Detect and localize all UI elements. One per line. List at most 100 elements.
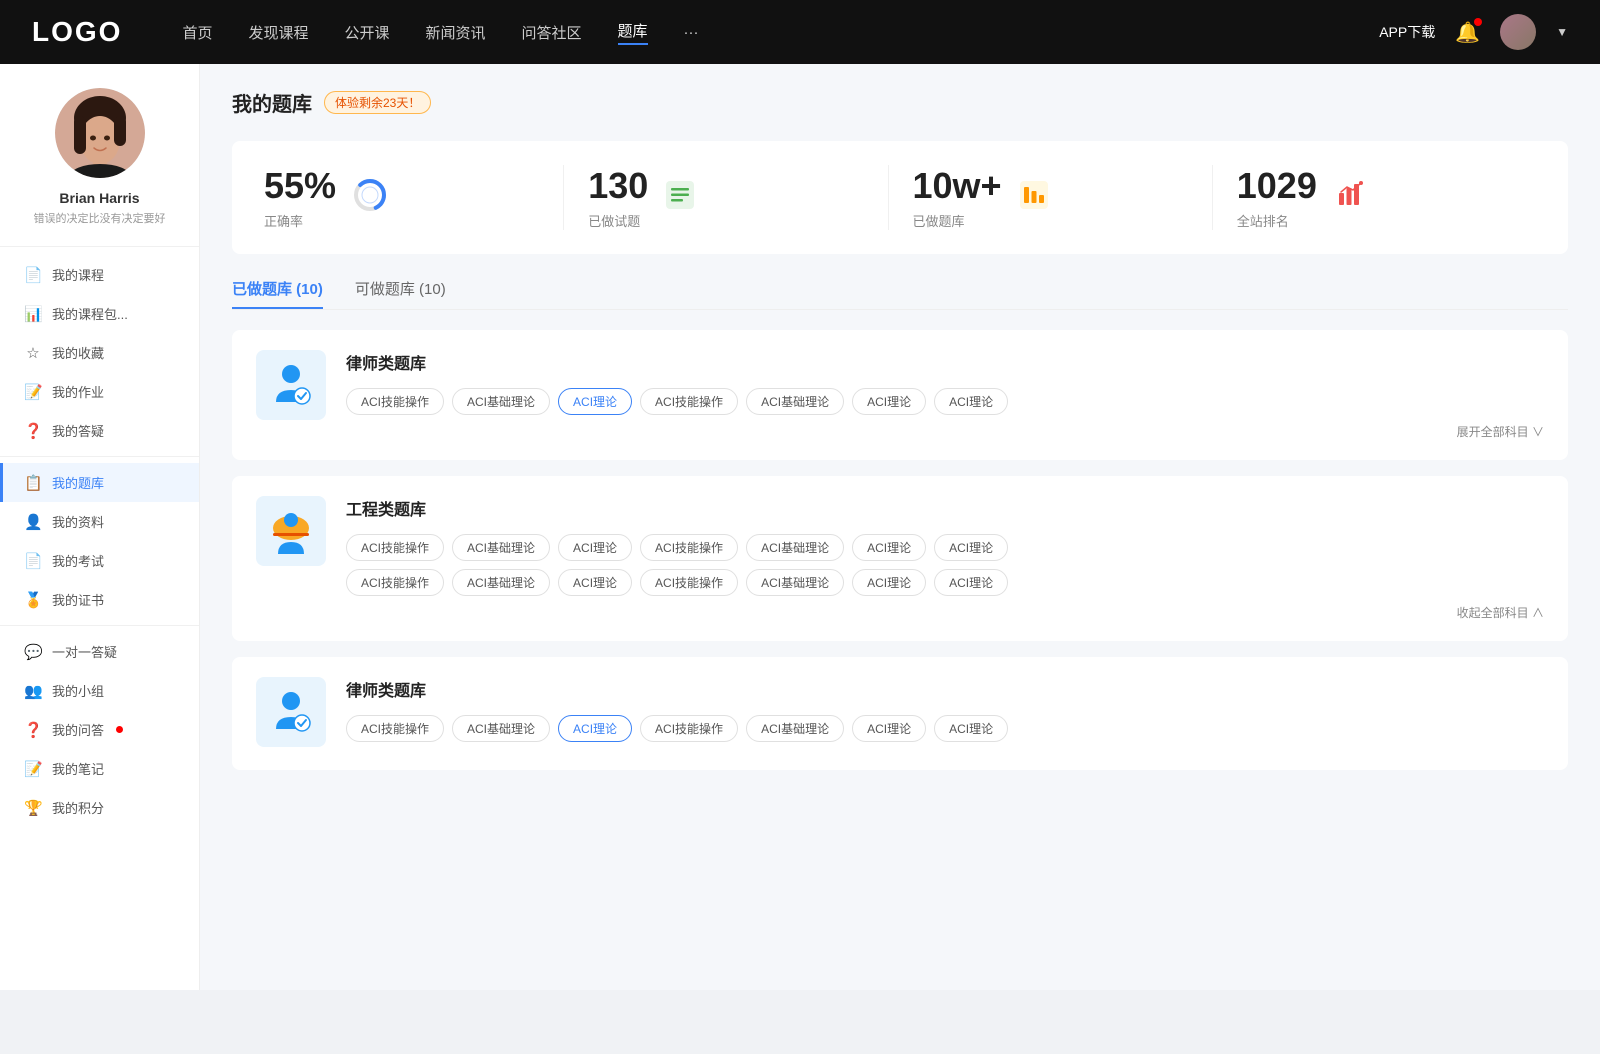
tab-done-banks[interactable]: 已做题库 (10) (232, 278, 323, 309)
sidebar-item-label: 我的收藏 (52, 343, 104, 362)
tag-item[interactable]: ACI理论 (934, 388, 1008, 415)
stats-row: 55% 正确率 130 已做试题 (232, 141, 1568, 254)
sidebar-item-exam[interactable]: 📄 我的考试 (0, 541, 199, 580)
tutor-icon: 💬 (24, 643, 42, 661)
tag-item[interactable]: ACI基础理论 (746, 534, 844, 561)
sidebar-item-coursepack[interactable]: 📊 我的课程包... (0, 294, 199, 333)
done-banks-icon (1018, 179, 1050, 216)
stat-done-banks-content: 10w+ 已做题库 (913, 165, 1002, 230)
tag-item[interactable]: ACI基础理论 (452, 388, 550, 415)
nav-news[interactable]: 新闻资讯 (426, 22, 486, 43)
page-header: 我的题库 体验剩余23天！ (232, 88, 1568, 117)
sidebar-item-profile[interactable]: 👤 我的资料 (0, 502, 199, 541)
sidebar-item-certificate[interactable]: 🏅 我的证书 (0, 580, 199, 619)
tabs-row: 已做题库 (10) 可做题库 (10) (232, 278, 1568, 310)
tag-item[interactable]: ACI理论 (852, 534, 926, 561)
tag-item[interactable]: ACI理论 (934, 534, 1008, 561)
category-card-engineer: 工程类题库 ACI技能操作 ACI基础理论 ACI理论 ACI技能操作 ACI基… (232, 476, 1568, 641)
tag-item[interactable]: ACI基础理论 (452, 715, 550, 742)
tag-item[interactable]: ACI技能操作 (346, 715, 444, 742)
sidebar-item-group[interactable]: 👥 我的小组 (0, 671, 199, 710)
tag-item[interactable]: ACI技能操作 (640, 715, 738, 742)
tag-item[interactable]: ACI技能操作 (640, 569, 738, 596)
stat-site-rank-label: 全站排名 (1237, 211, 1317, 230)
sidebar-item-answers[interactable]: ❓ 我的答疑 (0, 411, 199, 450)
expand-link-engineer[interactable]: 收起全部科目 ∧ (346, 604, 1544, 621)
tag-item[interactable]: ACI基础理论 (746, 569, 844, 596)
sidebar-item-label: 我的作业 (52, 382, 104, 401)
nav-discover[interactable]: 发现课程 (248, 22, 308, 43)
expand-link-lawyer-1[interactable]: 展开全部科目 ∨ (346, 423, 1544, 440)
tag-item[interactable]: ACI理论 (558, 569, 632, 596)
sidebar-item-label: 我的积分 (52, 798, 104, 817)
tag-item-active[interactable]: ACI理论 (558, 388, 632, 415)
category-right-lawyer-2: 律师类题库 ACI技能操作 ACI基础理论 ACI理论 ACI技能操作 ACI基… (346, 677, 1544, 750)
sidebar-item-points[interactable]: 🏆 我的积分 (0, 788, 199, 827)
sidebar-item-label: 我的资料 (52, 512, 104, 531)
stat-accuracy-label: 正确率 (264, 211, 336, 230)
user-avatar[interactable] (1500, 14, 1536, 50)
sidebar-item-label: 我的证书 (52, 590, 104, 609)
avatar-dropdown-icon[interactable]: ▼ (1556, 25, 1568, 39)
tags-row-lawyer-2: ACI技能操作 ACI基础理论 ACI理论 ACI技能操作 ACI基础理论 AC… (346, 715, 1544, 742)
nav-openclass[interactable]: 公开课 (344, 22, 389, 43)
profile-icon: 👤 (24, 513, 42, 531)
avatar-image (1500, 14, 1536, 50)
tag-item[interactable]: ACI理论 (558, 534, 632, 561)
sidebar-item-label: 我的笔记 (52, 759, 104, 778)
tag-item[interactable]: ACI理论 (852, 388, 926, 415)
tag-item[interactable]: ACI理论 (934, 715, 1008, 742)
tags-row-engineer-1: ACI技能操作 ACI基础理论 ACI理论 ACI技能操作 ACI基础理论 AC… (346, 534, 1544, 561)
tag-item[interactable]: ACI基础理论 (746, 388, 844, 415)
tag-item[interactable]: ACI理论 (934, 569, 1008, 596)
courses-icon: 📄 (24, 266, 42, 284)
layout: Brian Harris 错误的决定比没有决定要好 📄 我的课程 📊 我的课程包… (0, 64, 1600, 990)
myqa-icon: ❓ (24, 721, 42, 739)
tag-item[interactable]: ACI技能操作 (640, 534, 738, 561)
coursepack-icon: 📊 (24, 305, 42, 323)
category-right-engineer: 工程类题库 ACI技能操作 ACI基础理论 ACI理论 ACI技能操作 ACI基… (346, 496, 1544, 621)
nav-questionbank[interactable]: 题库 (618, 20, 648, 45)
sidebar-item-questionbank[interactable]: 📋 我的题库 (0, 463, 199, 502)
answers-icon: ❓ (24, 422, 42, 440)
sidebar-item-favorites[interactable]: ☆ 我的收藏 (0, 333, 199, 372)
category-name-lawyer-2: 律师类题库 (346, 677, 1544, 701)
notification-dot (1474, 18, 1482, 26)
notification-bell[interactable]: 🔔 (1455, 20, 1480, 45)
sidebar-item-myqa[interactable]: ❓ 我的问答 (0, 710, 199, 749)
nav-qa[interactable]: 问答社区 (522, 22, 582, 43)
tag-item[interactable]: ACI基础理论 (452, 534, 550, 561)
app-download-btn[interactable]: APP下载 (1379, 22, 1435, 42)
tab-available-banks[interactable]: 可做题库 (10) (355, 278, 446, 309)
certificate-icon: 🏅 (24, 591, 42, 609)
sidebar-item-tutor[interactable]: 💬 一对一答疑 (0, 632, 199, 671)
tag-item[interactable]: ACI技能操作 (346, 534, 444, 561)
tag-item[interactable]: ACI技能操作 (346, 569, 444, 596)
profile-name: Brian Harris (59, 190, 139, 206)
sidebar-item-notes[interactable]: 📝 我的笔记 (0, 749, 199, 788)
sidebar-item-label: 我的课程 (52, 265, 104, 284)
exam-icon: 📄 (24, 552, 42, 570)
tags-row-lawyer-1: ACI技能操作 ACI基础理论 ACI理论 ACI技能操作 ACI基础理论 AC… (346, 388, 1544, 415)
menu-divider (0, 456, 199, 457)
nav-more[interactable]: ··· (684, 24, 699, 41)
menu-divider2 (0, 625, 199, 626)
tag-item[interactable]: ACI基础理论 (746, 715, 844, 742)
stat-site-rank-content: 1029 全站排名 (1237, 165, 1317, 230)
sidebar-item-courses[interactable]: 📄 我的课程 (0, 255, 199, 294)
tag-item[interactable]: ACI技能操作 (640, 388, 738, 415)
logo: LOGO (32, 16, 122, 48)
stat-site-rank-number: 1029 (1237, 165, 1317, 207)
tag-item[interactable]: ACI理论 (852, 715, 926, 742)
nav-menu: 首页 发现课程 公开课 新闻资讯 问答社区 题库 ··· (182, 20, 1379, 45)
tag-item[interactable]: ACI理论 (852, 569, 926, 596)
trial-badge: 体验剩余23天！ (324, 91, 431, 114)
nav-home[interactable]: 首页 (182, 22, 212, 43)
stat-done-questions-label: 已做试题 (588, 211, 648, 230)
sidebar-item-homework[interactable]: 📝 我的作业 (0, 372, 199, 411)
tag-item[interactable]: ACI基础理论 (452, 569, 550, 596)
tag-item[interactable]: ACI技能操作 (346, 388, 444, 415)
stat-accuracy-content: 55% 正确率 (264, 165, 336, 230)
tag-item-active[interactable]: ACI理论 (558, 715, 632, 742)
notes-icon: 📝 (24, 760, 42, 778)
